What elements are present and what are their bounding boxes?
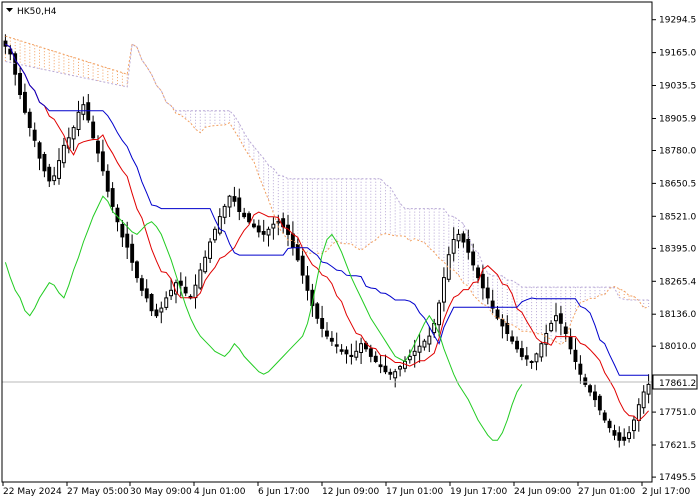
time-tick-label: 17 Jun 01:00 bbox=[386, 487, 443, 497]
price-tick-label: 18521.0 bbox=[659, 212, 696, 222]
price-tick-label: 19035.5 bbox=[659, 82, 696, 92]
current-price-label: 17861.2 bbox=[659, 379, 696, 389]
current-price-tag: 17861.2 bbox=[652, 374, 698, 390]
price-axis: 19294.5 19165.0 19035.5 18905.9 18780.0 18650… bbox=[652, 16, 696, 483]
price-tick-label: 18780.0 bbox=[659, 147, 696, 157]
time-tick-label: 22 May 2024 bbox=[3, 487, 62, 497]
time-tick-label: 2 Jul 17:00 bbox=[642, 487, 691, 497]
symbol-label: HK50,H4 bbox=[17, 7, 57, 17]
time-tick-label: 24 Jun 09:00 bbox=[514, 487, 571, 497]
price-tick-label: 18265.4 bbox=[659, 277, 696, 287]
time-tick-label: 6 Jun 17:00 bbox=[258, 487, 310, 497]
price-chart[interactable]: 19294.5 19165.0 19035.5 18905.9 18780.0 18650… bbox=[0, 0, 700, 500]
time-tick-label: 30 May 09:00 bbox=[130, 487, 192, 497]
price-tick-label: 19165.0 bbox=[659, 49, 696, 59]
price-tick-label: 18650.5 bbox=[659, 179, 696, 189]
chart-background bbox=[0, 0, 700, 500]
price-tick-label: 18395.0 bbox=[659, 244, 696, 254]
price-tick-label: 18136.0 bbox=[659, 310, 696, 320]
price-tick-label: 19294.5 bbox=[659, 16, 696, 26]
time-tick-label: 27 Jun 01:00 bbox=[578, 487, 635, 497]
price-tick-label: 18010.0 bbox=[659, 342, 696, 352]
time-tick-label: 12 Jun 09:00 bbox=[322, 487, 379, 497]
price-tick-label: 17751.0 bbox=[659, 408, 696, 418]
price-tick-label: 18905.9 bbox=[659, 115, 696, 125]
time-tick-label: 27 May 05:00 bbox=[67, 487, 129, 497]
price-tick-label: 17621.5 bbox=[659, 441, 696, 451]
time-tick-label: 19 Jun 17:00 bbox=[450, 487, 507, 497]
price-tick-label: 17495.5 bbox=[659, 473, 696, 483]
time-tick-label: 4 Jun 01:00 bbox=[194, 487, 246, 497]
